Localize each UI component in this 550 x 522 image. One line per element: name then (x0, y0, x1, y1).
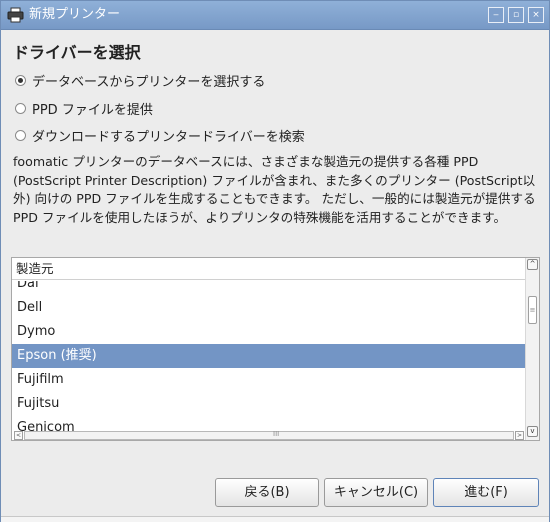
window-title: 新規プリンター (29, 7, 121, 22)
list-item[interactable]: Fujitsu (12, 392, 525, 416)
horizontal-scroll-track[interactable]: III (24, 430, 514, 440)
radio-label: ダウンロードするプリンタードライバーを検索 (32, 129, 305, 145)
back-button[interactable]: 戻る(B) (215, 478, 319, 507)
horizontal-scrollbar[interactable]: < III > (12, 430, 525, 440)
list-item[interactable]: Dymo (12, 320, 525, 344)
cancel-button[interactable]: キャンセル(C) (324, 478, 428, 507)
radio-unchecked-icon[interactable] (15, 129, 26, 141)
radio-select-from-database[interactable]: データベースからプリンターを選択する (15, 71, 266, 90)
scroll-up-icon[interactable]: ^ (527, 259, 538, 270)
close-icon[interactable]: × (528, 7, 544, 23)
list-item[interactable]: Fujifilm (12, 368, 525, 392)
list-item[interactable]: Genicom (12, 416, 525, 431)
scroll-down-icon[interactable]: v (527, 426, 538, 437)
column-header-manufacturer[interactable]: 製造元 (12, 258, 525, 280)
manufacturer-list[interactable]: 製造元 Dai Dell Dymo Epson (推奨) Fujifilm Fu… (11, 257, 540, 441)
printer-icon (7, 7, 24, 23)
radio-unchecked-icon[interactable] (15, 102, 26, 114)
page-title: ドライバーを選択 (13, 43, 141, 62)
scroll-left-icon[interactable]: < (14, 431, 23, 440)
radio-provide-ppd-file[interactable]: PPD ファイルを提供 (15, 99, 153, 118)
list-item[interactable]: Dell (12, 296, 525, 320)
list-item[interactable]: Dai (12, 281, 525, 296)
radio-search-driver-download[interactable]: ダウンロードするプリンタードライバーを検索 (15, 126, 305, 145)
next-button[interactable]: 進む(F) (433, 478, 539, 507)
radio-checked-icon[interactable] (15, 74, 26, 86)
list-item-selected[interactable]: Epson (推奨) (12, 344, 525, 368)
radio-label: PPD ファイルを提供 (32, 102, 153, 118)
vertical-scrollbar[interactable]: ^ ≡ v (525, 258, 539, 440)
window-bottom-edge (1, 516, 549, 522)
title-bar[interactable]: 新規プリンター ‒ ▫ × (1, 1, 549, 30)
scroll-grip-icon: III (273, 430, 280, 438)
maximize-icon[interactable]: ▫ (508, 7, 524, 23)
manufacturer-list-body[interactable]: Dai Dell Dymo Epson (推奨) Fujifilm Fujits… (12, 281, 525, 431)
new-printer-window: 新規プリンター ‒ ▫ × ドライバーを選択 データベースからプリンターを選択す… (0, 0, 550, 522)
description-text: foomatic プリンターのデータベースには、さまざまな製造元の提供する各種 … (13, 154, 536, 225)
radio-label: データベースからプリンターを選択する (32, 74, 266, 90)
scroll-right-icon[interactable]: > (515, 431, 524, 440)
minimize-icon[interactable]: ‒ (488, 7, 504, 23)
scroll-thumb[interactable]: ≡ (528, 296, 537, 324)
